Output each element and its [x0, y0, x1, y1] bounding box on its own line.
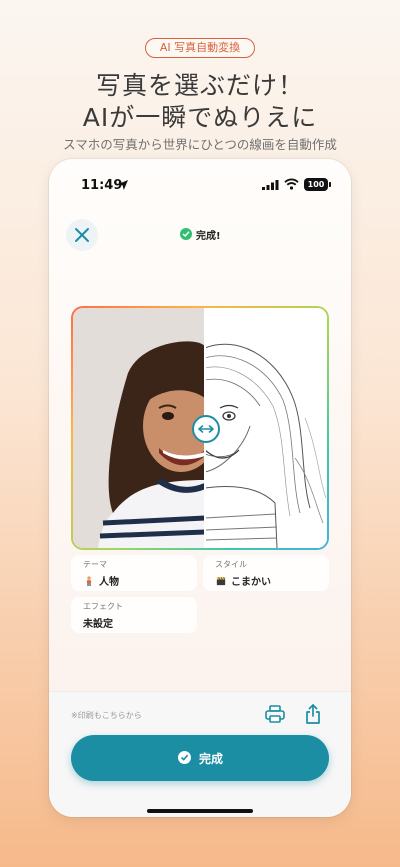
close-icon: [75, 228, 89, 242]
close-button[interactable]: [66, 219, 98, 251]
effect-value: 未設定: [83, 619, 113, 630]
battery-icon: 100: [304, 178, 328, 191]
print-hint: ※印刷もこちらから: [71, 711, 142, 720]
wifi-icon: [284, 178, 299, 190]
person-icon: [86, 576, 92, 586]
style-value: こまかい: [215, 573, 271, 588]
check-circle-icon: [178, 751, 191, 764]
clapper-icon: [216, 577, 226, 586]
complete-button-label: 完成: [199, 752, 224, 766]
complete-button[interactable]: 完成: [71, 735, 329, 781]
original-photo: [73, 308, 205, 548]
cellular-signal-icon: [262, 180, 279, 190]
before-after-comparison[interactable]: [71, 306, 329, 550]
style-label: スタイル: [215, 560, 247, 569]
theme-value: 人物: [83, 573, 119, 588]
phone-screen: 11:49 100 完成! テーマ 人物 スタイル こまかい エフェクト 未設定…: [49, 159, 351, 817]
left-right-arrows-icon: [198, 425, 214, 433]
style-option-card[interactable]: スタイル こまかい: [203, 555, 329, 591]
completion-label: 完成!: [196, 231, 221, 242]
effect-option-card[interactable]: エフェクト 未設定: [71, 597, 197, 633]
comparison-slider-handle[interactable]: [192, 415, 220, 443]
location-arrow-icon: [118, 180, 128, 190]
bottom-action-bar: ※印刷もこちらから 完成: [49, 691, 351, 817]
battery-cap: [329, 182, 331, 187]
print-icon[interactable]: [265, 705, 285, 723]
theme-option-card[interactable]: テーマ 人物: [71, 555, 197, 591]
share-icon[interactable]: [305, 704, 321, 724]
promo-subline: スマホの写真から世界にひとつの線画を自動作成: [63, 137, 337, 152]
home-indicator: [147, 809, 253, 813]
promo-badge: AI 写真自動変換: [145, 38, 255, 58]
promo-headline-line2: AIが一瞬でぬりえに: [82, 103, 318, 132]
theme-label: テーマ: [83, 560, 107, 569]
effect-label: エフェクト: [83, 602, 123, 611]
promo-headline-line1: 写真を選ぶだけ！: [95, 71, 304, 100]
success-check-icon: [180, 228, 192, 240]
line-art-result: [205, 308, 327, 548]
